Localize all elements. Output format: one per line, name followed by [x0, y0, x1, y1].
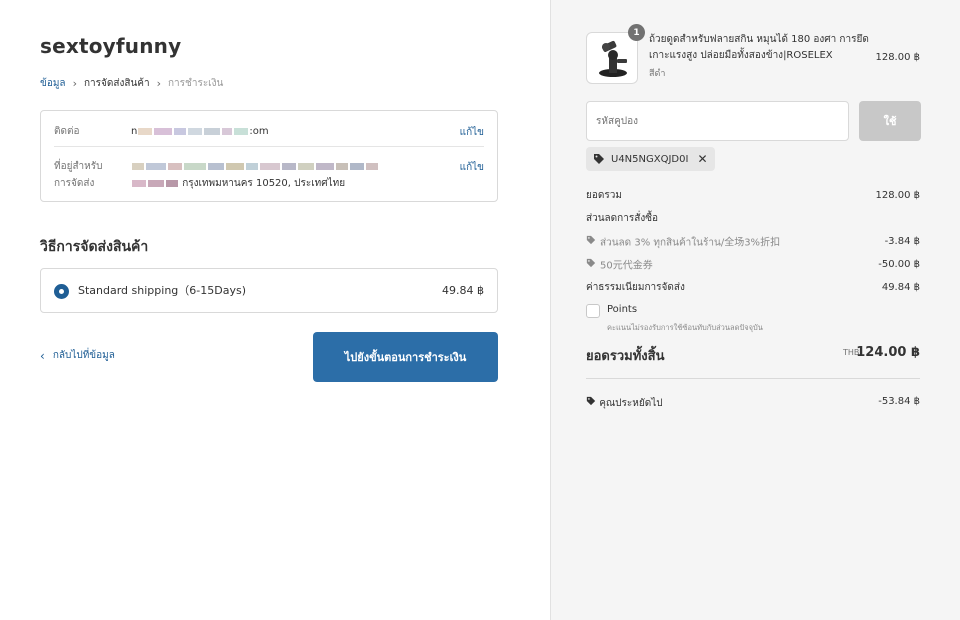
tag-icon: [586, 396, 596, 409]
breadcrumb: ข้อมูล › การจัดส่งสินค้า › การชำระเงิน: [40, 76, 223, 91]
review-box: ติดต่อ n:om แก้ไข ที่อยู่สำหรับ การจัดส่…: [40, 110, 498, 202]
shipping-radio[interactable]: [54, 284, 69, 299]
quantity-badge: 1: [628, 24, 645, 41]
order-discount-row: ส่วนลดการสั่งซื้อ: [586, 212, 920, 226]
chevron-right-icon: ›: [72, 77, 77, 90]
back-link-label: กลับไปที่ข้อมูล: [52, 350, 115, 361]
discount1-label: ส่วนลด 3% ทุกสินค้าในร้าน/全场3%折扣: [600, 237, 781, 249]
apply-coupon-button[interactable]: ใช้: [859, 101, 921, 141]
address-label-line1: ที่อยู่สำหรับ: [54, 161, 103, 172]
breadcrumb-shipping: การจัดส่งสินค้า: [83, 78, 150, 89]
discount1-value: -3.84 ฿: [884, 236, 920, 247]
subtotal-label: ยอดรวม: [586, 190, 622, 201]
shipping-option-label: Standard shipping（6-15Days): [78, 284, 246, 297]
remove-coupon-icon[interactable]: ✕: [697, 152, 707, 166]
total-value: 124.00 ฿: [856, 345, 920, 360]
main-panel: sextoyfunny ข้อมูล › การจัดส่งสินค้า › ก…: [0, 0, 550, 620]
continue-to-payment-button[interactable]: ไปยังขั้นตอนการชำระเงิน: [313, 332, 498, 382]
product-image: [586, 32, 638, 84]
shipping-option[interactable]: Standard shipping（6-15Days) 49.84 ฿: [40, 268, 498, 313]
points-checkbox[interactable]: [586, 304, 600, 318]
address-label: ที่อยู่สำหรับ การจัดส่ง: [54, 158, 124, 192]
order-discount-label: ส่วนลดการสั่งซื้อ: [586, 213, 658, 224]
applied-coupon-chip: U4N5NGXQJD0I ✕: [586, 147, 715, 171]
shipping-fee-label: ค่าธรรมเนียมการจัดส่ง: [586, 282, 685, 293]
savings-value: -53.84 ฿: [878, 396, 920, 407]
product-name: ถ้วยดูดสำหรับฟลายสกิน หมุนได้ 180 องศา ก…: [649, 34, 869, 61]
chevron-right-icon: ›: [156, 77, 161, 90]
tag-icon: [586, 235, 596, 250]
shipping-fee-value: 49.84 ฿: [881, 282, 920, 293]
suction-cup-mount-icon: [599, 40, 627, 77]
shipping-option-price: 49.84 ฿: [442, 284, 484, 297]
breadcrumb-information[interactable]: ข้อมูล: [40, 76, 66, 91]
address-value: กรุงเทพมหานคร 10520, ประเทศไทย: [131, 158, 451, 192]
redacted-text: [137, 126, 249, 137]
product-variant: สีดำ: [649, 69, 666, 79]
contact-value: n:om: [131, 123, 451, 140]
edit-contact-link[interactable]: แก้ไข: [460, 125, 484, 140]
product-price: 128.00 ฿: [875, 52, 920, 63]
divider: [586, 378, 920, 379]
breadcrumb-payment: การชำระเงิน: [168, 78, 224, 89]
points-note: คะแนนไม่รองรับการใช้ซ้อนทับกับส่วนลดปัจจ…: [607, 323, 763, 332]
store-name[interactable]: sextoyfunny: [40, 34, 181, 58]
address-label-line2: การจัดส่ง: [54, 178, 95, 189]
discount-row: ส่วนลด 3% ทุกสินค้าในร้าน/全场3%折扣 -3.84 ฿: [586, 235, 920, 251]
contact-value-end: :om: [249, 126, 269, 137]
chevron-left-icon: ‹: [40, 348, 45, 363]
discount2-value: -50.00 ฿: [878, 259, 920, 270]
contact-label: ติดต่อ: [54, 126, 80, 137]
savings-label: คุณประหยัดไป: [599, 398, 663, 409]
coupon-input[interactable]: รหัสคูปอง: [586, 101, 849, 141]
savings-row: คุณประหยัดไป -53.84 ฿: [586, 396, 920, 411]
redacted-text: [131, 161, 379, 172]
contact-row: ติดต่อ n:om แก้ไข: [54, 123, 484, 147]
shipping-fee-row: ค่าธรรมเนียมการจัดส่ง 49.84 ฿: [586, 281, 920, 295]
order-summary-panel: 1 ถ้วยดูดสำหรับฟลายสกิน หมุนได้ 180 องศา…: [550, 0, 960, 620]
discount-row: 50元代金券 -50.00 ฿: [586, 258, 920, 274]
back-to-information-link[interactable]: ‹ กลับไปที่ข้อมูล: [40, 348, 115, 363]
subtotal-row: ยอดรวม 128.00 ฿: [586, 189, 920, 203]
applied-coupon-code: U4N5NGXQJD0I: [611, 153, 689, 165]
redacted-text: [131, 178, 179, 189]
discount2-label: 50元代金券: [600, 260, 653, 272]
tag-icon: [586, 258, 596, 273]
subtotal-value: 128.00 ฿: [875, 190, 920, 201]
points-label: Points: [607, 304, 638, 315]
tag-icon: [593, 153, 605, 165]
edit-address-link[interactable]: แก้ไข: [460, 160, 484, 175]
total-label: ยอดรวมทั้งสิ้น: [586, 349, 665, 364]
address-value-end: กรุงเทพมหานคร 10520, ประเทศไทย: [182, 178, 346, 189]
shipping-method-title: วิธีการจัดส่งสินค้า: [40, 239, 149, 255]
